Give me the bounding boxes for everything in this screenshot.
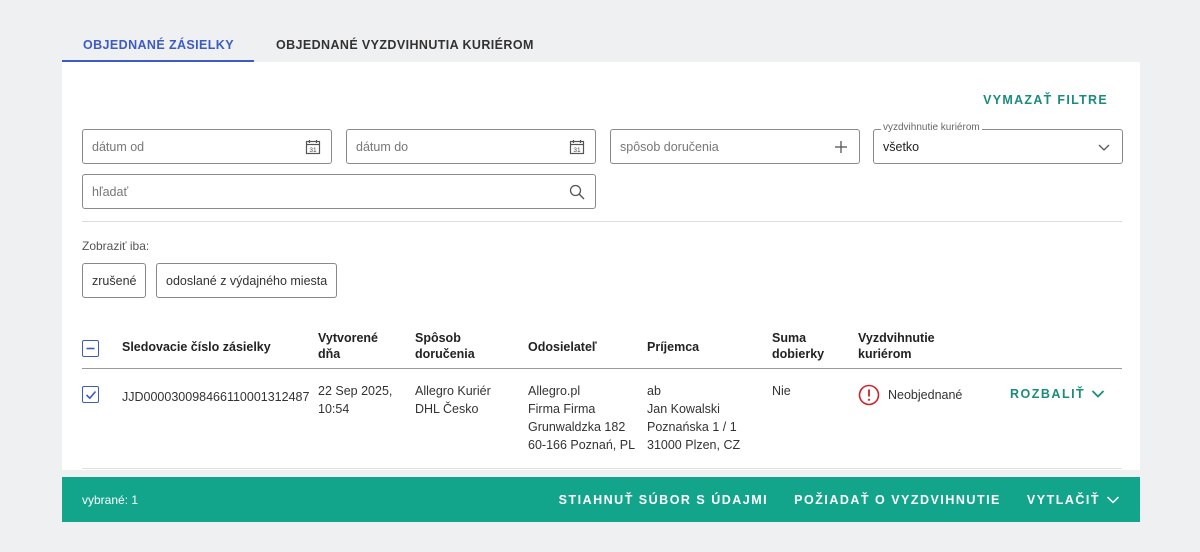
calendar-icon[interactable]: 31 [304, 138, 322, 156]
request-pickup-button[interactable]: POŽIADAŤ O VYZDVIHNUTIE [794, 493, 1001, 507]
header-cod-line1: Suma [772, 331, 807, 345]
header-cod: Suma dobierky [772, 330, 824, 362]
cell-sender: Allegro.pl Firma Firma Grunwaldzka 182 6… [528, 382, 635, 454]
calendar-day-label: 31 [573, 147, 581, 154]
date-from-field[interactable]: dátum od 31 [82, 129, 332, 164]
clear-filters-button[interactable]: VYMAZAŤ FILTRE [983, 93, 1108, 107]
header-cod-line2: dobierky [772, 347, 825, 361]
header-recipient: Príjemca [647, 340, 700, 354]
bulk-action-bar: vybrané: 1 STIAHNUŤ SÚBOR S ÚDAJMI POŽIA… [62, 477, 1140, 522]
header-delivery: Spôsob doručenia [415, 330, 475, 362]
search-input[interactable]: hľadať [82, 174, 596, 209]
calendar-icon[interactable]: 31 [568, 138, 586, 156]
chevron-down-icon [1091, 389, 1105, 399]
header-pickup-line2: kuriérom [858, 347, 912, 361]
expand-label: ROZBALIŤ [1010, 387, 1086, 401]
warning-icon [858, 384, 880, 406]
header-sender: Odosielateľ [528, 340, 597, 354]
chip-sent-from-pickup-point[interactable]: odoslané z výdajného miesta [156, 263, 338, 298]
calendar-day-label: 31 [309, 147, 317, 154]
date-from-placeholder: dátum od [92, 139, 145, 154]
cell-sender-line1: Allegro.pl [528, 384, 581, 398]
cell-recipient-line1: ab [647, 384, 661, 398]
chevron-down-icon[interactable] [1095, 138, 1113, 156]
cell-sender-line2: Firma Firma [528, 402, 596, 416]
cell-created: 22 Sep 2025, 10:54 [318, 382, 392, 418]
cell-sender-line4: 60-166 Poznań, PL [528, 438, 636, 452]
expand-row-button[interactable]: ROZBALIŤ [1010, 387, 1105, 401]
header-pickup-line1: Vyzdvihnutie [858, 331, 935, 345]
chip-cancelled[interactable]: zrušené [82, 263, 147, 298]
cell-recipient-line2: Jan Kowalski [647, 402, 720, 416]
courier-pickup-select[interactable]: vyzdvihnutie kuriérom všetko [873, 122, 1123, 164]
header-created-line1: Vytvorené [318, 331, 378, 345]
row-checkbox[interactable] [82, 386, 99, 403]
cell-delivery: Allegro Kuriér DHL Česko [415, 382, 491, 418]
header-created: Vytvorené dňa [318, 330, 378, 362]
header-pickup: Vyzdvihnutie kuriérom [858, 330, 935, 362]
header-created-line2: dňa [318, 347, 341, 361]
cell-tracking: JJD000030098466110001312487 [122, 390, 310, 404]
selected-count: vybrané: 1 [82, 492, 139, 507]
shipments-panel: VYMAZAŤ FILTRE dátum od 31 dátum do 31 s… [62, 62, 1140, 470]
cell-delivery-line1: Allegro Kuriér [415, 384, 491, 398]
print-label: VYTLAČIŤ [1026, 492, 1100, 507]
checkmark-icon [85, 390, 96, 399]
plus-icon[interactable] [832, 138, 850, 156]
header-delivery-line2: doručenia [415, 347, 475, 361]
select-all-checkbox[interactable] [82, 340, 99, 357]
search-placeholder: hľadať [92, 184, 129, 199]
tab-ordered-shipments[interactable]: OBJEDNANÉ ZÁSIELKY [62, 30, 254, 62]
courier-pickup-legend: vyzdvihnutie kuriérom [881, 122, 982, 133]
indeterminate-icon [86, 347, 95, 350]
show-only-label: Zobraziť iba: [82, 239, 150, 253]
cell-pickup-status: Neobjednané [858, 384, 962, 406]
cell-sender-line3: Grunwaldzka 182 [528, 420, 626, 434]
cell-recipient: ab Jan Kowalski Poznańska 1 / 1 31000 Pl… [647, 382, 740, 454]
delivery-method-placeholder: spôsob doručenia [620, 139, 719, 154]
tab-bar: OBJEDNANÉ ZÁSIELKY OBJEDNANÉ VYZDVIHNUTI… [62, 30, 554, 62]
header-tracking: Sledovacie číslo zásielky [122, 340, 271, 354]
print-button[interactable]: VYTLAČIŤ [1027, 493, 1120, 507]
date-to-placeholder: dátum do [356, 139, 409, 154]
search-icon[interactable] [568, 183, 586, 201]
download-data-button[interactable]: STIAHNUŤ SÚBOR S ÚDAJMI [559, 493, 769, 507]
tab-ordered-courier-pickups[interactable]: OBJEDNANÉ VYZDVIHNUTIA KURIÉROM [254, 30, 554, 62]
cell-created-date: 22 Sep 2025, [318, 384, 393, 398]
cell-recipient-line3: Poznańska 1 / 1 [647, 420, 737, 434]
cell-delivery-line2: DHL Česko [415, 402, 479, 416]
cell-cod: Nie [772, 384, 791, 398]
filter-divider [82, 221, 1122, 222]
date-to-field[interactable]: dátum do 31 [346, 129, 596, 164]
chevron-down-icon [1106, 495, 1120, 505]
delivery-method-field[interactable]: spôsob doručenia [610, 129, 860, 164]
courier-pickup-value: všetko [883, 139, 920, 154]
pickup-status-text: Neobjednané [888, 388, 963, 402]
header-delivery-line1: Spôsob [415, 331, 461, 345]
cell-created-time: 10:54 [318, 402, 350, 416]
row-divider [82, 468, 1122, 469]
table-header-divider [82, 368, 1122, 369]
cell-recipient-line4: 31000 Plzen, CZ [647, 438, 741, 452]
